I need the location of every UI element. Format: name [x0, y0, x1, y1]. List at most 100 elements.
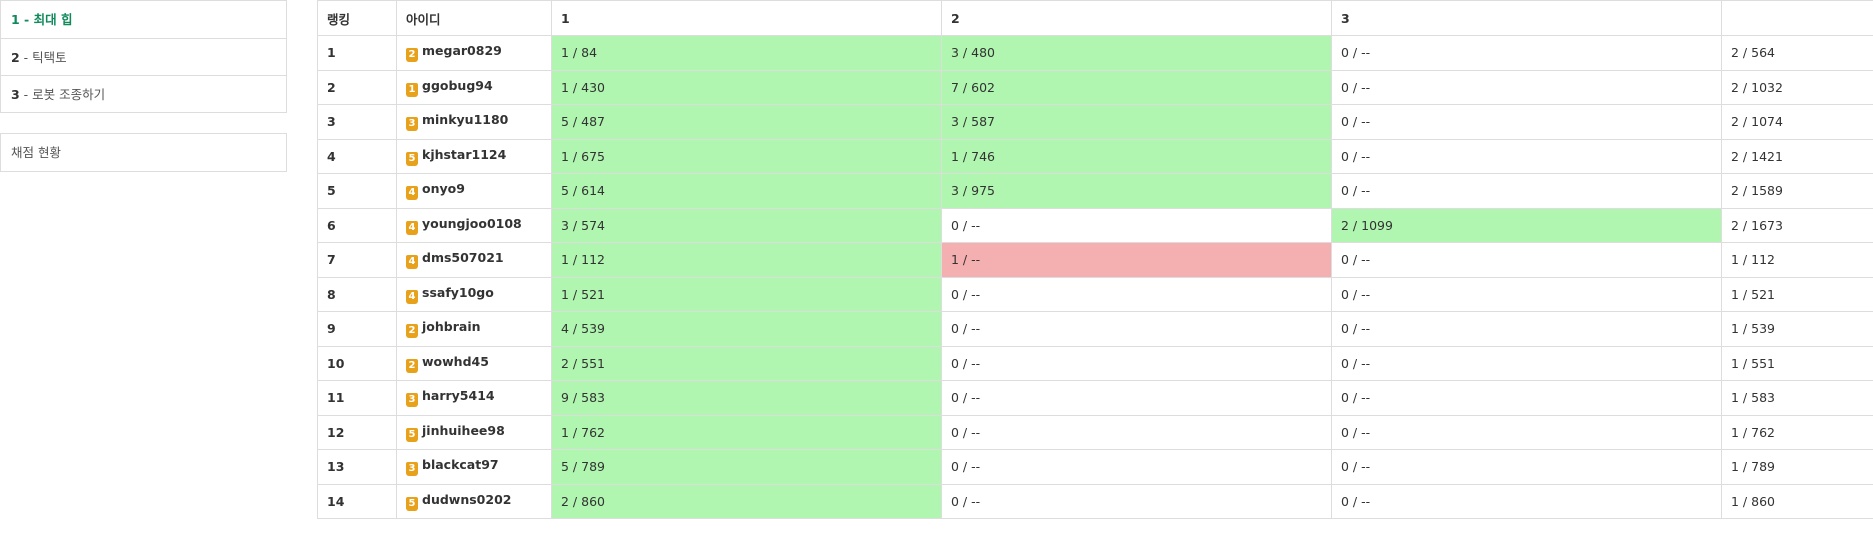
problem-1-result: 1 / 762 — [551, 414, 942, 450]
user-cell: 5 jinhuihee98 — [396, 414, 552, 450]
problem-1-result: 1 / 112 — [551, 242, 942, 278]
total-score-cell: 1 / 539 — [1721, 311, 1873, 347]
user-id-link[interactable]: kjhstar1124 — [422, 147, 506, 162]
rank-cell: 13 — [317, 449, 397, 485]
total-score-cell: 2 / 1032 — [1721, 69, 1873, 105]
user-id-link[interactable]: harry5414 — [422, 388, 495, 403]
rank-cell: 2 — [317, 69, 397, 105]
column-header-problem-3[interactable]: 3 — [1331, 0, 1722, 36]
problem-1-result: 1 / 84 — [551, 35, 942, 71]
tier-badge-icon: 1 — [406, 82, 418, 97]
total-score-cell: 2 / 564 — [1721, 35, 1873, 71]
table-row: 10 2 wowhd45 2 / 551 0 / -- 0 / -- 1 / 551 — [317, 345, 1873, 381]
table-header-row: 랭킹 아이디 1 2 3 — [317, 0, 1873, 36]
problem-title: - 최대 힙 — [19, 12, 73, 27]
user-cell: 4 youngjoo0108 — [396, 207, 552, 243]
total-score-cell: 1 / 789 — [1721, 449, 1873, 485]
status-group: 채점 현황 — [0, 133, 287, 172]
tier-badge-icon: 3 — [406, 117, 418, 132]
scoreboard-table: 랭킹 아이디 1 2 3 1 2 megar0829 1 / 84 3 / 480 0 /… — [317, 0, 1873, 519]
total-score-cell: 1 / 551 — [1721, 345, 1873, 381]
problem-1-result: 3 / 574 — [551, 207, 942, 243]
problem-2-result: 0 / -- — [941, 207, 1332, 243]
tier-badge-icon: 4 — [406, 186, 418, 201]
column-header-problem-1[interactable]: 1 — [551, 0, 942, 36]
user-id-link[interactable]: youngjoo0108 — [422, 216, 522, 231]
problem-2-result: 0 / -- — [941, 483, 1332, 519]
tier-badge-icon: 2 — [406, 324, 418, 339]
total-score-cell: 1 / 112 — [1721, 242, 1873, 278]
table-row: 14 5 dudwns0202 2 / 860 0 / -- 0 / -- 1 / 860 — [317, 483, 1873, 519]
problem-link-3[interactable]: 3 - 로봇 조종하기 — [1, 75, 286, 112]
user-id-link[interactable]: minkyu1180 — [422, 112, 508, 127]
rank-cell: 4 — [317, 138, 397, 174]
column-header-problem-2[interactable]: 2 — [941, 0, 1332, 36]
user-id-link[interactable]: johbrain — [422, 319, 481, 334]
user-cell: 4 onyo9 — [396, 173, 552, 209]
user-cell: 4 ssafy10go — [396, 276, 552, 312]
problem-3-result: 0 / -- — [1331, 35, 1722, 71]
rank-cell: 6 — [317, 207, 397, 243]
user-id-link[interactable]: ssafy10go — [422, 285, 494, 300]
user-id-link[interactable]: blackcat97 — [422, 457, 499, 472]
user-id-link[interactable]: megar0829 — [422, 43, 502, 58]
problem-number: 1 — [11, 12, 20, 27]
total-score-cell: 2 / 1673 — [1721, 207, 1873, 243]
grading-status-link[interactable]: 채점 현황 — [1, 134, 286, 171]
problem-number: 3 — [11, 87, 20, 102]
rank-cell: 11 — [317, 380, 397, 416]
user-id-link[interactable]: dms507021 — [422, 250, 504, 265]
table-row: 7 4 dms507021 1 / 112 1 / -- 0 / -- 1 / 112 — [317, 242, 1873, 278]
problem-3-result: 0 / -- — [1331, 449, 1722, 485]
user-id-link[interactable]: wowhd45 — [422, 354, 489, 369]
tier-badge-icon: 3 — [406, 462, 418, 477]
user-id-link[interactable]: jinhuihee98 — [422, 423, 505, 438]
problem-2-result: 0 / -- — [941, 380, 1332, 416]
problem-sidebar: 1 - 최대 힙 2 - 틱택토 3 - 로봇 조종하기 채점 현황 — [0, 0, 287, 172]
table-row: 6 4 youngjoo0108 3 / 574 0 / -- 2 / 1099 2 / 1… — [317, 207, 1873, 243]
user-cell: 1 ggobug94 — [396, 69, 552, 105]
user-id-link[interactable]: dudwns0202 — [422, 492, 511, 507]
rank-cell: 1 — [317, 35, 397, 71]
table-row: 11 3 harry5414 9 / 583 0 / -- 0 / -- 1 / 583 — [317, 380, 1873, 416]
tier-badge-icon: 2 — [406, 48, 418, 63]
user-id-link[interactable]: ggobug94 — [422, 78, 493, 93]
problem-1-result: 5 / 789 — [551, 449, 942, 485]
tier-badge-icon: 4 — [406, 289, 418, 304]
tier-badge-icon: 4 — [406, 255, 418, 270]
user-cell: 3 blackcat97 — [396, 449, 552, 485]
user-id-link[interactable]: onyo9 — [422, 181, 465, 196]
total-score-cell: 1 / 762 — [1721, 414, 1873, 450]
problem-2-result: 0 / -- — [941, 414, 1332, 450]
problem-1-result: 1 / 430 — [551, 69, 942, 105]
table-row: 12 5 jinhuihee98 1 / 762 0 / -- 0 / -- 1 / 762 — [317, 414, 1873, 450]
tier-badge-icon: 5 — [406, 151, 418, 166]
user-cell: 5 dudwns0202 — [396, 483, 552, 519]
problem-3-result: 0 / -- — [1331, 276, 1722, 312]
problem-3-result: 0 / -- — [1331, 104, 1722, 140]
problem-3-result: 0 / -- — [1331, 69, 1722, 105]
table-row: 3 3 minkyu1180 5 / 487 3 / 587 0 / -- 2 / 1074 — [317, 104, 1873, 140]
problem-title: - 틱택토 — [19, 50, 67, 65]
problem-3-result: 0 / -- — [1331, 380, 1722, 416]
problem-1-result: 9 / 583 — [551, 380, 942, 416]
problem-2-result: 0 / -- — [941, 276, 1332, 312]
problem-number: 2 — [11, 50, 20, 65]
problem-1-result: 1 / 675 — [551, 138, 942, 174]
problem-2-result: 0 / -- — [941, 311, 1332, 347]
problem-2-result: 0 / -- — [941, 345, 1332, 381]
problem-3-result: 0 / -- — [1331, 242, 1722, 278]
user-cell: 4 dms507021 — [396, 242, 552, 278]
problem-link-2[interactable]: 2 - 틱택토 — [1, 38, 286, 75]
rank-cell: 7 — [317, 242, 397, 278]
tier-badge-icon: 5 — [406, 427, 418, 442]
rank-cell: 12 — [317, 414, 397, 450]
table-row: 5 4 onyo9 5 / 614 3 / 975 0 / -- 2 / 1589 — [317, 173, 1873, 209]
rank-cell: 14 — [317, 483, 397, 519]
rank-cell: 3 — [317, 104, 397, 140]
column-header-rank: 랭킹 — [317, 0, 397, 36]
problem-link-1[interactable]: 1 - 최대 힙 — [1, 1, 286, 38]
problem-1-result: 5 / 614 — [551, 173, 942, 209]
problem-1-result: 2 / 551 — [551, 345, 942, 381]
rank-cell: 5 — [317, 173, 397, 209]
